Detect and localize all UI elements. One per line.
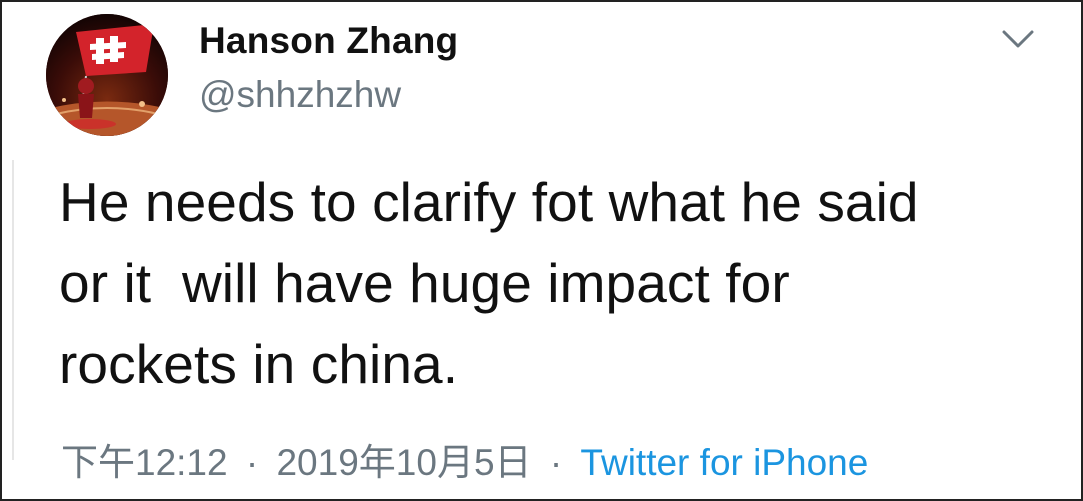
meta-separator: ·	[549, 442, 563, 483]
tweet-menu-button[interactable]	[998, 24, 1038, 54]
divider	[12, 160, 14, 460]
tweet-time[interactable]: 下午12:12	[61, 442, 228, 483]
user-handle[interactable]: @shhzhzhw	[199, 74, 401, 116]
avatar[interactable]	[46, 14, 168, 136]
tweet-source-link[interactable]: Twitter for iPhone	[580, 442, 868, 483]
chevron-down-icon	[1002, 30, 1034, 48]
meta-separator: ·	[245, 442, 259, 483]
display-name[interactable]: Hanson Zhang	[199, 20, 458, 62]
tweet-date[interactable]: 2019年10月5日	[276, 442, 531, 483]
tweet-card: Hanson Zhang @shhzhzhw He needs to clari…	[0, 0, 1083, 501]
rockets-flag-avatar-icon	[46, 14, 168, 136]
tweet-meta: 下午12:12 · 2019年10月5日 · Twitter for iPhon…	[61, 432, 868, 486]
tweet-text: He needs to clarify fot what he said or …	[59, 171, 919, 395]
